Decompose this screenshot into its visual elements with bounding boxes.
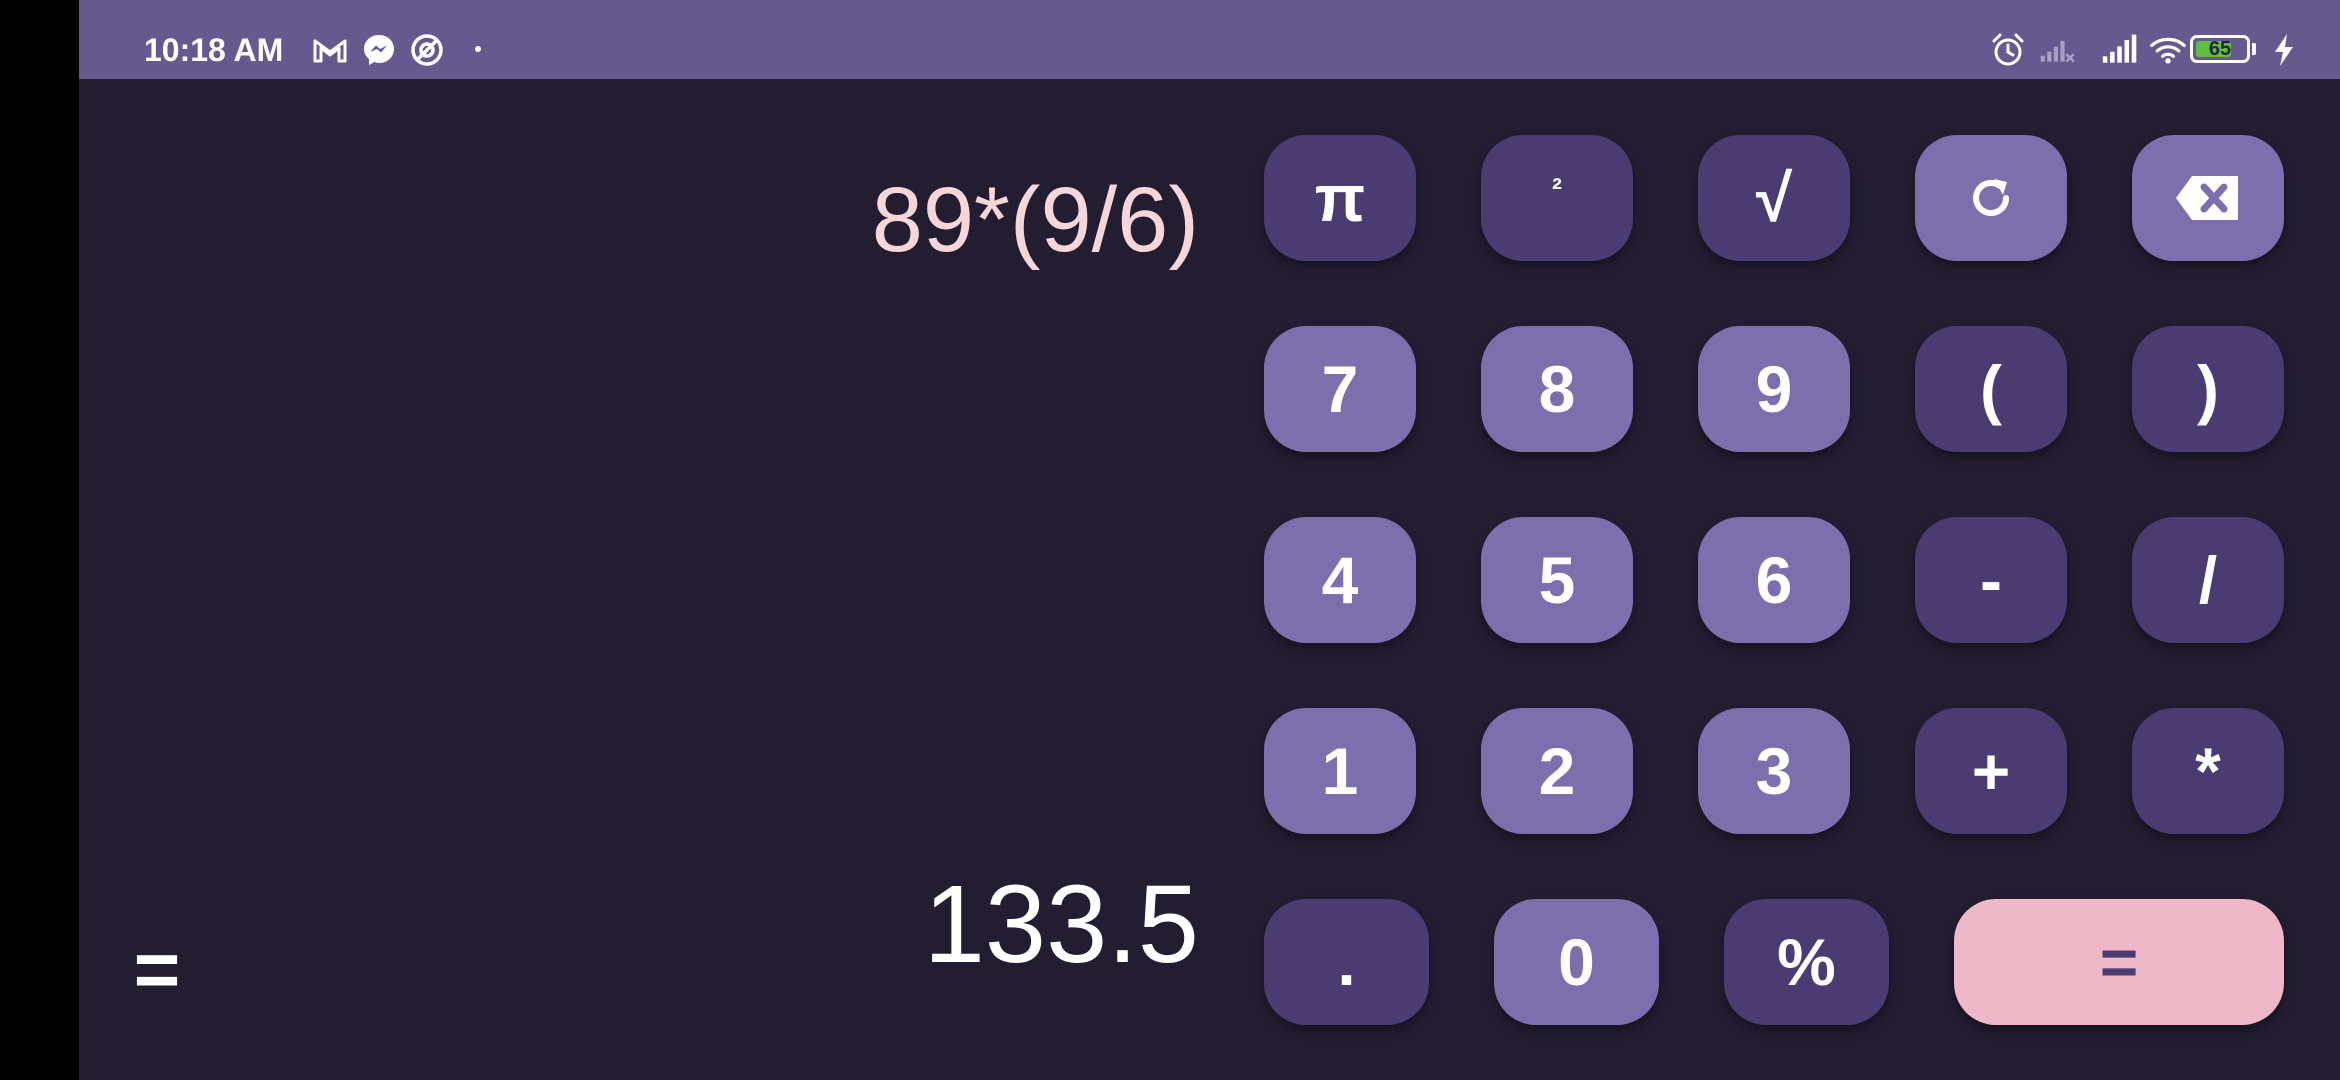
digit-0-button[interactable]: 0 [1494,899,1659,1025]
square-label: ² [1552,173,1562,206]
minus-button[interactable]: - [1915,517,2067,643]
percent-button[interactable]: % [1724,899,1889,1025]
calculator-screen: 10:18 AM 65 89*(9/6) 133.5 = π ² √ 7 8 9… [79,0,2340,1080]
close-paren-button[interactable]: ) [2132,326,2284,452]
digit-8-button[interactable]: 8 [1481,326,1633,452]
plus-button[interactable]: + [1915,708,2067,834]
backspace-button[interactable] [2132,135,2284,261]
sqrt-button[interactable]: √ [1698,135,1850,261]
messenger-icon [364,35,394,65]
pi-button[interactable]: π [1264,135,1416,261]
status-time: 10:18 AM [144,32,284,68]
equals-button[interactable]: = [1954,899,2284,1025]
gmail-icon [313,39,347,63]
battery-cap [2252,43,2256,55]
multiply-button[interactable]: * [2132,708,2284,834]
wifi-icon [2150,37,2186,64]
digit-1-button[interactable]: 1 [1264,708,1416,834]
square-button[interactable]: ² [1481,135,1633,261]
decimal-button[interactable]: . [1264,899,1429,1025]
signal-no-service-icon [2040,40,2075,63]
digit-9-button[interactable]: 9 [1698,326,1850,452]
open-paren-button[interactable]: ( [1915,326,2067,452]
digit-2-button[interactable]: 2 [1481,708,1633,834]
battery-percent: 65 [2208,38,2232,60]
result-display: 133.5 [923,863,1199,986]
digit-4-button[interactable]: 4 [1264,517,1416,643]
digit-5-button[interactable]: 5 [1481,517,1633,643]
divide-button[interactable]: / [2132,517,2284,643]
status-bar: 10:18 AM 65 [79,0,2340,79]
backspace-icon [2176,176,2238,220]
digit-6-button[interactable]: 6 [1698,517,1850,643]
refresh-icon [1973,179,2009,216]
digit-7-button[interactable]: 7 [1264,326,1416,452]
dot-icon [475,46,481,52]
result-equals-label: = [133,925,181,1014]
alarm-icon [1992,33,2024,66]
expression-display[interactable]: 89*(9/6) [279,165,1199,275]
signal-icon [2102,34,2137,63]
digit-3-button[interactable]: 3 [1698,708,1850,834]
reset-button[interactable] [1915,135,2067,261]
screen-record-icon [411,34,443,66]
charging-icon [2275,34,2293,66]
